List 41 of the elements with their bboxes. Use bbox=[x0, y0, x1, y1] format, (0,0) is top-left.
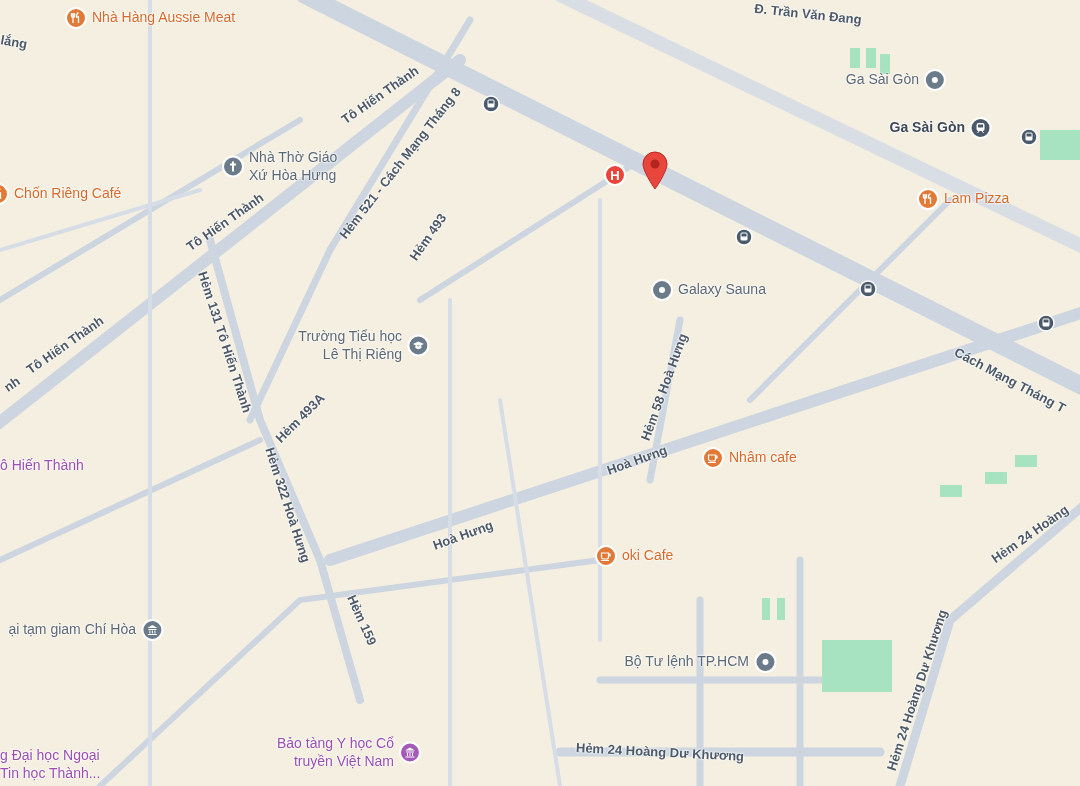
park-area bbox=[822, 640, 892, 692]
street-label: Hẻm 24 Hoàng Dư Khương bbox=[575, 740, 745, 764]
location-pin-icon bbox=[641, 150, 669, 190]
bus-icon bbox=[859, 280, 877, 298]
bus-icon bbox=[735, 228, 753, 246]
place-label[interactable]: Nhâm cafe bbox=[729, 449, 797, 467]
street-label: Hẻm 159 bbox=[344, 592, 380, 648]
street-label: Hẻm 58 Hoà Hưng bbox=[637, 331, 691, 443]
place-label[interactable]: Ga Sài Gòn bbox=[845, 71, 919, 89]
place-label[interactable]: Bộ Tư lệnh TP.HCM bbox=[624, 653, 749, 671]
park-area bbox=[777, 598, 785, 620]
place-label[interactable]: oki Cafe bbox=[622, 547, 674, 565]
park-area bbox=[940, 485, 962, 497]
bus-icon bbox=[1037, 314, 1055, 332]
street-label: nh bbox=[1, 373, 23, 395]
place-label[interactable]: Trường Tiểu học Lê Thị Riêng bbox=[298, 327, 402, 363]
place-label[interactable]: ại tạm giam Chí Hòa bbox=[8, 621, 136, 639]
park-area bbox=[1015, 455, 1037, 467]
street-label: Hẻm 322 Hoà Hưng bbox=[262, 445, 314, 565]
park-area bbox=[866, 48, 876, 68]
street-label: Hẻm 131 Tô Hiến Thành bbox=[195, 269, 255, 415]
park-area bbox=[762, 598, 770, 620]
park-area bbox=[880, 54, 890, 74]
place-label[interactable]: Nhà Thờ Giáo Xứ Hòa Hưng bbox=[249, 148, 338, 184]
place-label[interactable]: Nhà Hàng Aussie Meat bbox=[92, 9, 236, 27]
park-area bbox=[1040, 130, 1080, 160]
park-area bbox=[850, 48, 860, 68]
street-label: Đ. Trần Văn Đang bbox=[753, 0, 863, 28]
place-label[interactable]: Galaxy Sauna bbox=[678, 281, 766, 299]
street-label: lắng bbox=[0, 32, 29, 52]
park-area bbox=[985, 472, 1007, 484]
place-label[interactable]: Lam Pizza bbox=[944, 190, 1010, 208]
place-label[interactable]: ô Hiến Thành bbox=[0, 457, 84, 475]
place-label[interactable]: Chốn Riêng Café bbox=[14, 185, 122, 203]
place-label[interactable]: Ga Sài Gòn bbox=[889, 119, 965, 137]
bus-icon bbox=[482, 95, 500, 113]
place-label[interactable]: Bảo tàng Y học Cổ truyền Việt Nam bbox=[276, 734, 394, 770]
street-label: Hoà Hưng bbox=[430, 517, 496, 553]
place-label[interactable]: g Đại học Ngoại Tin học Thành... bbox=[0, 746, 101, 782]
bus-icon bbox=[1020, 128, 1038, 146]
street-label: Hoà Hưng bbox=[604, 442, 670, 478]
